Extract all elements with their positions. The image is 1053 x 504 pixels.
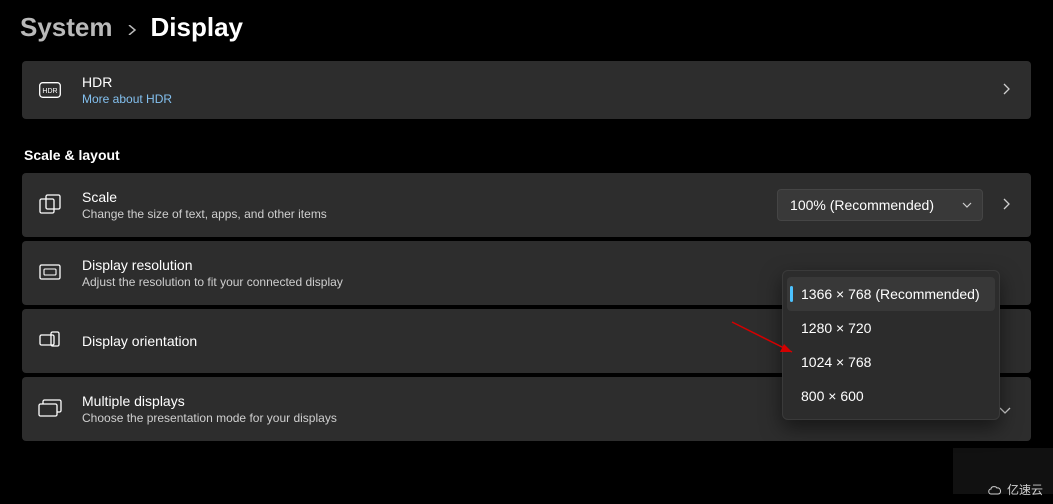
chevron-down-icon [999, 402, 1011, 417]
hdr-row[interactable]: HDR HDR More about HDR [22, 61, 1031, 119]
resolution-dropdown-menu: 1366 × 768 (Recommended) 1280 × 720 1024… [782, 270, 1000, 420]
scale-dropdown[interactable]: 100% (Recommended) [777, 189, 983, 221]
section-scale-layout: Scale & layout [22, 147, 1031, 163]
multiple-displays-icon [38, 397, 62, 421]
chevron-right-icon [1003, 198, 1011, 213]
resolution-option-1[interactable]: 1280 × 720 [787, 311, 995, 345]
svg-text:HDR: HDR [42, 88, 57, 95]
scale-title: Scale [82, 189, 777, 205]
chevron-right-icon [127, 22, 137, 38]
hdr-title: HDR [82, 74, 983, 90]
breadcrumb-parent[interactable]: System [20, 12, 113, 43]
breadcrumb: System Display [0, 0, 1053, 53]
resolution-option-0[interactable]: 1366 × 768 (Recommended) [787, 277, 995, 311]
hdr-icon: HDR [38, 78, 62, 102]
resolution-icon [38, 261, 62, 285]
orientation-icon [38, 329, 62, 353]
chevron-down-icon [962, 200, 972, 211]
scale-row[interactable]: Scale Change the size of text, apps, and… [22, 173, 1031, 237]
resolution-option-3[interactable]: 800 × 600 [787, 379, 995, 413]
breadcrumb-current: Display [151, 12, 244, 43]
hdr-more-link[interactable]: More about HDR [82, 92, 983, 106]
chevron-right-icon [1003, 83, 1011, 98]
scale-subtitle: Change the size of text, apps, and other… [82, 207, 777, 221]
scale-icon [38, 193, 62, 217]
scale-dropdown-value: 100% (Recommended) [790, 197, 934, 213]
resolution-option-2[interactable]: 1024 × 768 [787, 345, 995, 379]
watermark: 亿速云 [987, 481, 1043, 498]
